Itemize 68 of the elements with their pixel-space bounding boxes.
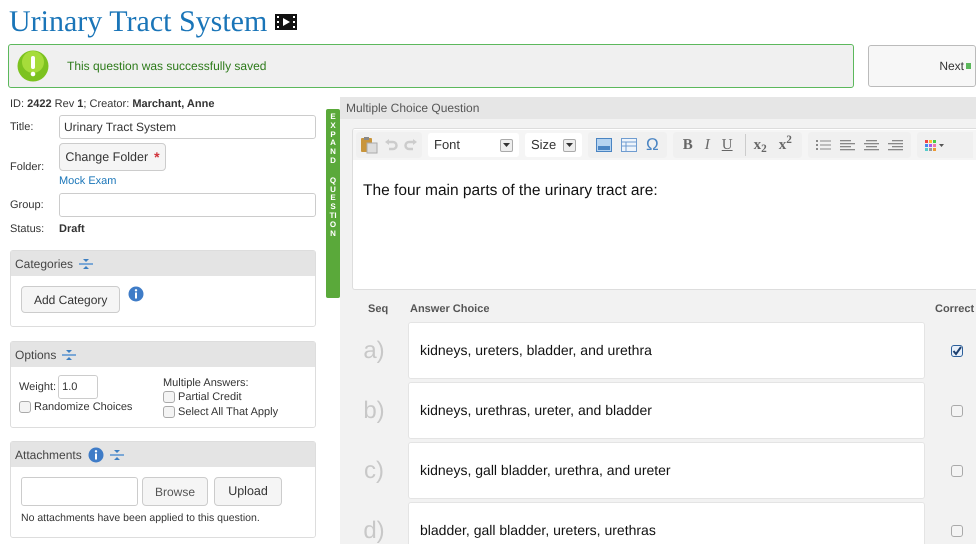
group-field[interactable] [59, 193, 316, 217]
collapse-icon [110, 448, 124, 460]
checkbox-label: Partial Credit [178, 390, 242, 405]
upload-button[interactable]: Upload [214, 477, 282, 506]
creator-info: ID: 2422 Rev 1; Creator: Marchant, Anne [10, 97, 216, 111]
size-dropdown[interactable]: Size [525, 133, 582, 157]
change-folder-button[interactable]: Change Folder * [59, 143, 166, 171]
answer-field[interactable]: bladder, gall bladder, ureters, urethras [408, 502, 925, 544]
field-label: Status: [10, 222, 46, 237]
title-field[interactable]: Urinary Tract System [59, 115, 316, 139]
redo-icon [404, 138, 418, 152]
add-category-button[interactable]: Add Category [21, 286, 120, 313]
checkbox[interactable] [163, 406, 175, 418]
weight-field[interactable]: 1.0 [58, 375, 98, 399]
banner-message: This question was successfully saved [67, 58, 266, 75]
field-label: Folder: [10, 160, 46, 175]
checkbox[interactable] [951, 344, 963, 356]
answer-field[interactable]: kidneys, gall bladder, urethra, and ureter [408, 442, 925, 499]
next-button[interactable]: Next [868, 45, 976, 87]
collapse-icon [62, 348, 76, 360]
column-header: Answer Choice [410, 302, 490, 317]
image-icon [596, 138, 612, 152]
info-icon [88, 446, 104, 462]
info-icon [128, 286, 144, 302]
align-right-icon [888, 139, 903, 151]
panel-heading: Options [15, 346, 56, 364]
collapse-icon [79, 258, 94, 270]
video-icon [275, 14, 298, 30]
file-field[interactable] [21, 477, 138, 506]
checkbox-label: Randomize Choices [34, 400, 132, 415]
attachments-note: No attachments have been applied to this question. [20, 511, 261, 526]
checkbox[interactable] [951, 464, 963, 476]
column-header: Seq [368, 302, 390, 317]
column-header: Correct [935, 302, 974, 317]
panel-heading: Attachments [15, 446, 82, 464]
field-label: Title: [10, 120, 34, 135]
checkbox-label: Select All That Apply [178, 404, 278, 420]
folder-link[interactable]: Mock Exam [59, 173, 166, 190]
underline-button[interactable]: U [722, 134, 733, 156]
page-title: Urinary Tract System [9, 7, 268, 37]
answer-field[interactable]: kidneys, ureters, bladder, and urethra [408, 322, 925, 379]
browse-button[interactable]: Browse [142, 477, 208, 506]
align-center-icon [864, 139, 879, 151]
panel-heading: Multiple Choice Question [340, 97, 976, 119]
bold-button[interactable]: B [682, 134, 693, 156]
checkbox[interactable] [163, 391, 175, 403]
field-label: Group: [10, 198, 45, 213]
status-value: Draft [59, 222, 85, 237]
checkbox[interactable] [951, 524, 963, 536]
question-text: The four main parts of the urinary tract are: [362, 181, 659, 201]
paste-icon [360, 136, 378, 154]
undo-icon [384, 138, 398, 152]
answer-field[interactable]: kidneys, urethras, ureter, and bladder [408, 382, 925, 439]
table-icon [621, 138, 637, 152]
align-left-icon [840, 139, 855, 151]
checkbox[interactable] [951, 404, 963, 416]
multiple-answers-label: Multiple Answers: [163, 376, 250, 389]
superscript-button[interactable]: x$^{2}$ [778, 134, 792, 156]
font-dropdown[interactable]: Font [428, 133, 519, 157]
italic-button[interactable]: I [704, 134, 710, 156]
editor-field[interactable]: Font Size Ω B I U x$_{2}$ x$^{2}$ The four main parts of the urinary tract are: [352, 128, 976, 290]
field-label: Weight: [19, 380, 56, 395]
panel-heading: Categories [15, 256, 74, 272]
checkbox[interactable] [19, 401, 31, 413]
subscript-button[interactable]: x$_{2}$ [744, 134, 767, 156]
exclamation-icon [17, 50, 49, 82]
color-palette-icon [924, 139, 945, 151]
bulleted-list-icon [816, 139, 831, 151]
